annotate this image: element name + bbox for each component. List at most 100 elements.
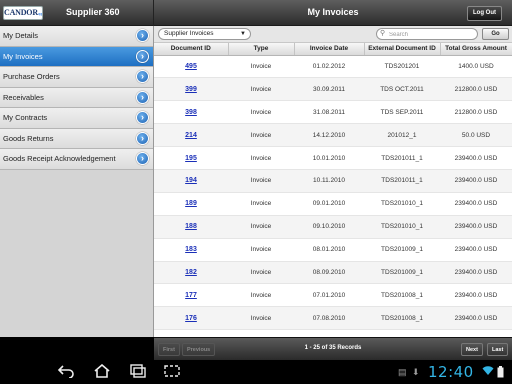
column-header-document-id[interactable]: Document ID: [154, 43, 229, 56]
invoice-date-cell: 08.01.2010: [294, 238, 364, 262]
sidebar-item-label: Purchase Orders: [3, 72, 60, 81]
sidebar-item-goods-receipt-acknowledgement[interactable]: Goods Receipt Acknowledgement ›: [0, 149, 153, 170]
type-cell: Invoice: [228, 283, 294, 308]
total-gross-amount-cell: 239400.0 USD: [440, 215, 512, 239]
sidebar-item-receivables[interactable]: Receivables ›: [0, 87, 153, 108]
pagination-bar: First Previous 1 - 25 of 35 Records Next…: [154, 337, 512, 360]
table-row[interactable]: 495 Invoice 01.02.2012 TDS201201 1400.0 USD: [154, 55, 512, 79]
table-row[interactable]: 189 Invoice 09.01.2010 TDS201010_1 239400.0 …: [154, 192, 512, 216]
document-id-link[interactable]: 399: [154, 77, 228, 102]
external-document-id-cell: TDS OCT.2011: [364, 77, 440, 102]
total-gross-amount-cell: 239400.0 USD: [440, 238, 512, 262]
invoice-date-cell: 30.09.2011: [294, 77, 364, 102]
sidebar-item-my-details[interactable]: My Details ›: [0, 26, 153, 47]
document-id-link[interactable]: 188: [154, 215, 228, 239]
home-icon[interactable]: [93, 363, 111, 380]
go-button[interactable]: Go: [482, 28, 509, 40]
chevron-right-icon[interactable]: ›: [136, 90, 149, 104]
invoice-date-cell: 10.01.2010: [294, 146, 364, 170]
document-id-link[interactable]: 176: [154, 306, 228, 331]
table-row[interactable]: 195 Invoice 10.01.2010 TDS201011_1 239400.0 …: [154, 146, 512, 170]
invoice-date-cell: 01.02.2012: [294, 55, 364, 79]
external-document-id-cell: TDS201008_1: [364, 306, 440, 331]
document-id-link[interactable]: 495: [154, 55, 228, 79]
chevron-right-icon[interactable]: ›: [136, 49, 149, 63]
sidebar-item-label: My Invoices: [3, 51, 43, 61]
invoice-date-cell: 07.08.2010: [294, 306, 364, 331]
external-document-id-cell: TDS201009_1: [364, 238, 440, 262]
last-page-button[interactable]: Last: [487, 343, 509, 356]
total-gross-amount-cell: 239400.0 USD: [440, 283, 512, 308]
type-cell: Invoice: [228, 306, 294, 331]
sidebar-item-my-invoices[interactable]: My Invoices ›: [0, 46, 153, 67]
chevron-right-icon[interactable]: ›: [136, 70, 149, 83]
invoice-panel: Supplier Invoices ▼ ⚲ Go Document ID Typ…: [154, 26, 512, 354]
table-row[interactable]: 188 Invoice 09.10.2010 TDS201010_1 239400.0 …: [154, 215, 512, 239]
invoice-date-cell: 08.09.2010: [294, 261, 364, 285]
total-gross-amount-cell: 50.0 USD: [440, 123, 512, 148]
chevron-right-icon[interactable]: ›: [136, 111, 149, 124]
document-id-link[interactable]: 177: [154, 283, 228, 308]
invoice-table: Document ID Type Invoice Date External D…: [154, 43, 512, 354]
type-cell: Invoice: [228, 169, 294, 193]
document-id-link[interactable]: 194: [154, 169, 228, 193]
total-gross-amount-cell: 212800.0 USD: [440, 100, 512, 125]
table-row[interactable]: 183 Invoice 08.01.2010 TDS201009_1 239400.0 …: [154, 238, 512, 262]
battery-icon: [497, 366, 504, 381]
download-icon: ⬇: [412, 367, 420, 377]
system-navigation-bar: ▤ ⬇ 12:40: [0, 360, 512, 384]
type-cell: Invoice: [228, 261, 294, 285]
table-row[interactable]: 177 Invoice 07.01.2010 TDS201008_1 239400.0 …: [154, 283, 512, 308]
type-cell: Invoice: [228, 123, 294, 148]
table-row[interactable]: 182 Invoice 08.09.2010 TDS201009_1 239400.0 …: [154, 261, 512, 285]
document-id-link[interactable]: 214: [154, 123, 228, 148]
back-icon[interactable]: [57, 364, 75, 380]
external-document-id-cell: TDS201010_1: [364, 192, 440, 216]
chevron-right-icon[interactable]: ›: [136, 131, 149, 145]
document-id-link[interactable]: 182: [154, 261, 228, 285]
screenshot-icon[interactable]: [163, 364, 181, 380]
record-count: 1 - 25 of 35 Records: [304, 345, 362, 351]
invoice-date-cell: 31.08.2011: [294, 100, 364, 125]
filter-bar: Supplier Invoices ▼ ⚲ Go: [154, 26, 512, 43]
candor-logo: CANDORapps: [3, 6, 43, 20]
logo-subtext: apps: [37, 11, 43, 16]
sidebar-item-purchase-orders[interactable]: Purchase Orders ›: [0, 67, 153, 88]
external-document-id-cell: TDS201011_1: [364, 169, 440, 193]
total-gross-amount-cell: 239400.0 USD: [440, 146, 512, 170]
column-header-total-gross-amount[interactable]: Total Gross Amount: [440, 43, 512, 56]
table-row[interactable]: 398 Invoice 31.08.2011 TDS SEP.2011 212800.0…: [154, 100, 512, 125]
sidebar-item-my-contracts[interactable]: My Contracts ›: [0, 108, 153, 129]
type-cell: Invoice: [228, 100, 294, 125]
table-row[interactable]: 399 Invoice 30.09.2011 TDS OCT.2011 212800.0…: [154, 77, 512, 102]
sidebar-item-goods-returns[interactable]: Goods Returns ›: [0, 128, 153, 149]
table-row[interactable]: 214 Invoice 14.12.2010 201012_1 50.0 USD: [154, 123, 512, 148]
total-gross-amount-cell: 239400.0 USD: [440, 261, 512, 285]
type-cell: Invoice: [228, 55, 294, 79]
document-id-link[interactable]: 398: [154, 100, 228, 125]
sidebar-item-label: Receivables: [3, 92, 44, 102]
document-id-link[interactable]: 189: [154, 192, 228, 216]
logo-text: CANDOR: [4, 8, 38, 17]
column-header-type[interactable]: Type: [228, 43, 295, 56]
column-header-invoice-date[interactable]: Invoice Date: [294, 43, 365, 56]
system-clock: 12:40: [428, 363, 474, 381]
next-page-button[interactable]: Next: [461, 343, 483, 356]
invoice-date-cell: 10.11.2010: [294, 169, 364, 193]
type-cell: Invoice: [228, 215, 294, 239]
invoice-type-select[interactable]: Supplier Invoices ▼: [158, 28, 251, 40]
chevron-right-icon[interactable]: ›: [136, 29, 149, 42]
chevron-right-icon[interactable]: ›: [136, 152, 149, 165]
total-gross-amount-cell: 212800.0 USD: [440, 77, 512, 102]
invoice-date-cell: 07.01.2010: [294, 283, 364, 308]
document-id-link[interactable]: 195: [154, 146, 228, 170]
recent-apps-icon[interactable]: [128, 364, 146, 380]
logout-button[interactable]: Log Out: [467, 6, 502, 21]
column-header-external-document-id[interactable]: External Document ID: [364, 43, 441, 56]
search-input[interactable]: [389, 30, 475, 39]
sidebar-item-label: My Details: [3, 31, 39, 40]
total-gross-amount-cell: 239400.0 USD: [440, 192, 512, 216]
document-id-link[interactable]: 183: [154, 238, 228, 262]
table-row[interactable]: 176 Invoice 07.08.2010 TDS201008_1 239400.0 …: [154, 306, 512, 331]
table-row[interactable]: 194 Invoice 10.11.2010 TDS201011_1 239400.0 …: [154, 169, 512, 193]
